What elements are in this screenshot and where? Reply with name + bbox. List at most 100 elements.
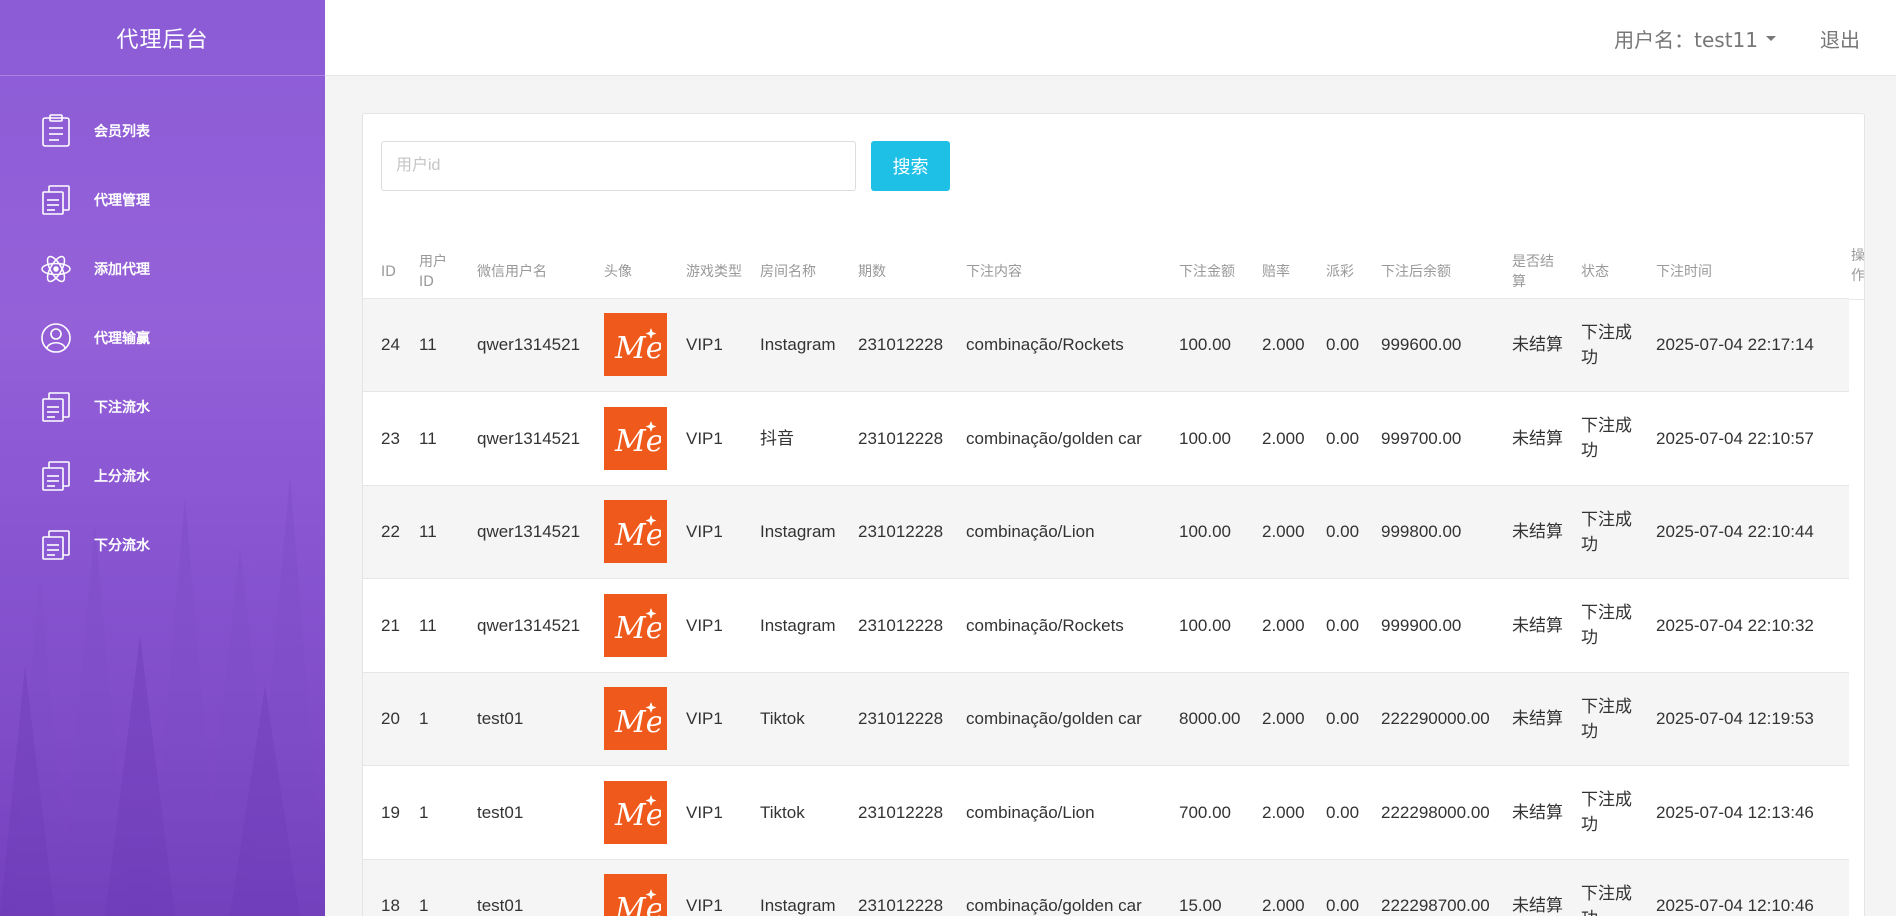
sidebar-item-label: 下分流水 [94,537,150,554]
me-logo-icon: Me [614,608,661,646]
cell-time: 2025-07-04 22:10:32 [1638,578,1849,673]
col-header-actions: 操作 [1849,246,1864,300]
cell-balance: 222298700.00 [1363,859,1494,916]
sidebar-item-label: 会员列表 [94,123,150,140]
cell-status: 下注成功 [1563,391,1638,486]
col-header-amount: 下注金额 [1161,246,1244,299]
cell-wx-name: qwer1314521 [459,298,586,392]
user-id-search-input[interactable] [381,141,856,191]
cell-id: 22 [363,485,401,579]
cell-user-id: 1 [401,672,459,766]
sidebar-item-label: 添加代理 [94,261,150,278]
avatar: Me [604,500,667,564]
cell-payout: 0.00 [1308,578,1363,673]
cell-period: 231012228 [840,485,948,579]
cell-content: combinação/Rockets [948,298,1161,392]
cell-settled: 未结算 [1494,765,1563,860]
sidebar: 代理后台 会员列表 代理管理 添加代理 代理输赢 下注流水 上分流水 下分流水 [0,0,325,916]
cell-odds: 2.000 [1244,859,1308,916]
cell-game-type: VIP1 [668,391,742,486]
sidebar-item-label: 代理管理 [94,192,150,209]
svg-text:Me: Me [614,424,661,459]
cell-avatar: Me [586,859,668,916]
svg-text:Me: Me [614,518,661,553]
cell-time: 2025-07-04 22:17:14 [1638,298,1849,392]
cell-content: combinação/Rockets [948,578,1161,673]
cell-settled: 未结算 [1494,672,1563,766]
sidebar-item-deposit-flow[interactable]: 上分流水 [0,441,325,510]
cell-content: combinação/golden car [948,859,1161,916]
cell-odds: 2.000 [1244,298,1308,392]
cell-amount: 100.00 [1161,391,1244,486]
cell-balance: 222290000.00 [1363,672,1494,766]
cell-payout: 0.00 [1308,765,1363,860]
col-header-room: 房间名称 [742,246,840,299]
cell-status: 下注成功 [1563,578,1638,673]
cell-settled: 未结算 [1494,859,1563,916]
me-logo-icon: Me [614,795,661,833]
cell-content: combinação/Lion [948,765,1161,860]
me-logo-icon: Me [614,421,661,459]
logout-link[interactable]: 退出 [1820,24,1860,53]
cell-period: 231012228 [840,672,948,766]
sidebar-title: 代理后台 [0,0,325,76]
sidebar-item-add-agent[interactable]: 添加代理 [0,234,325,303]
cell-room: Tiktok [742,672,840,766]
cell-amount: 15.00 [1161,859,1244,916]
search-button[interactable]: 搜索 [871,141,950,191]
sidebar-item-agent-winloss[interactable]: 代理输赢 [0,303,325,372]
cell-settled: 未结算 [1494,485,1563,579]
cell-avatar: Me [586,391,668,486]
cell-payout: 0.00 [1308,391,1363,486]
col-header-status: 状态 [1563,246,1638,299]
cell-amount: 100.00 [1161,485,1244,579]
cell-time: 2025-07-04 22:10:57 [1638,391,1849,486]
cell-settled: 未结算 [1494,298,1563,392]
username-label: 用户名：test11 [1614,28,1758,52]
cell-avatar: Me [586,578,668,673]
cell-settled: 未结算 [1494,391,1563,486]
cell-period: 231012228 [840,859,948,916]
avatar: Me [604,874,667,916]
cell-user-id: 11 [401,298,459,392]
cell-amount: 700.00 [1161,765,1244,860]
col-header-odds: 赔率 [1244,246,1308,299]
avatar: Me [604,780,667,844]
cell-wx-name: test01 [459,859,586,916]
avatar: Me [604,593,667,657]
cell-balance: 999900.00 [1363,578,1494,673]
cell-payout: 0.00 [1308,485,1363,579]
table-row: 21 11 qwer1314521 Me VIP1 Instagram 231012228 c… [363,578,1849,673]
cell-user-id: 11 [401,391,459,486]
main-panel: 搜索 ID 用户ID 微信用户名 头像 游戏类型 房间名称 期数 下注内容 下注… [362,113,1865,916]
table-header-row: ID 用户ID 微信用户名 头像 游戏类型 房间名称 期数 下注内容 下注金额 … [363,246,1849,299]
cell-id: 23 [363,391,401,486]
sidebar-nav: 会员列表 代理管理 添加代理 代理输赢 下注流水 上分流水 下分流水 [0,76,325,579]
user-dropdown[interactable]: 用户名：test11 [1614,24,1776,53]
cell-game-type: VIP1 [668,485,742,579]
col-header-content: 下注内容 [948,246,1161,299]
cell-room: Instagram [742,298,840,392]
sidebar-item-member-list[interactable]: 会员列表 [0,96,325,165]
cell-id: 18 [363,859,401,916]
cell-time: 2025-07-04 12:10:46 [1638,859,1849,916]
cell-room: Instagram [742,578,840,673]
avatar: Me [604,313,667,377]
document-stack-icon [40,527,72,563]
cell-content: combinação/golden car [948,672,1161,766]
svg-text:Me: Me [614,705,661,740]
bets-table: ID 用户ID 微信用户名 头像 游戏类型 房间名称 期数 下注内容 下注金额 … [363,246,1849,916]
sidebar-item-agent-manage[interactable]: 代理管理 [0,165,325,234]
cell-user-id: 1 [401,765,459,860]
col-header-game-type: 游戏类型 [668,246,742,299]
cell-amount: 8000.00 [1161,672,1244,766]
col-header-payout: 派彩 [1308,246,1363,299]
cell-avatar: Me [586,485,668,579]
sidebar-item-bet-flow[interactable]: 下注流水 [0,372,325,441]
svg-text:Me: Me [614,611,661,646]
cell-game-type: VIP1 [668,672,742,766]
sidebar-item-withdraw-flow[interactable]: 下分流水 [0,510,325,579]
sidebar-item-label: 上分流水 [94,468,150,485]
cell-avatar: Me [586,298,668,392]
cell-room: Tiktok [742,765,840,860]
